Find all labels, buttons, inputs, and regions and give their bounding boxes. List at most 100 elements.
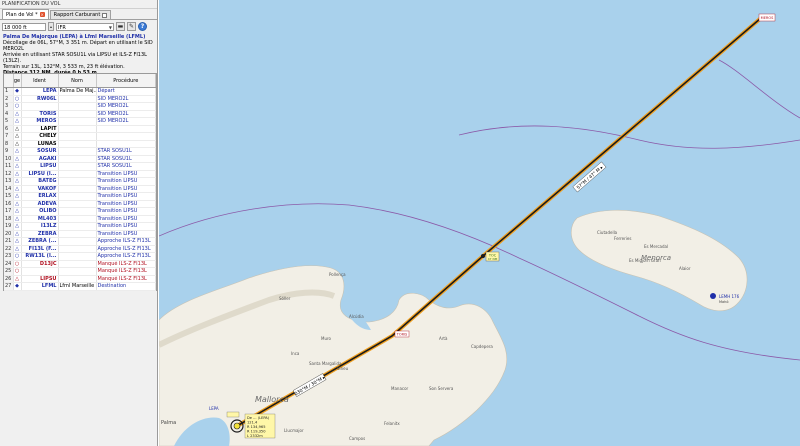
table-row[interactable]: 9 △ SOSUR STAR SOSU1L — [4, 147, 156, 156]
table-row[interactable]: 19 △ I13LZ Transition LIPSU — [4, 222, 156, 231]
waypoint-type-icon: △ — [13, 237, 22, 246]
cell-name — [58, 132, 97, 141]
cell-ident: D13JC — [21, 260, 59, 268]
town-label: Muro — [321, 336, 332, 341]
cell-procedure: Transition LIPSU — [96, 170, 156, 178]
col-procedure[interactable]: Procédure — [96, 74, 156, 88]
table-row[interactable]: 26 △ LIPSU Manqué ILS-Z FI13L — [4, 275, 156, 283]
town-label: Llucmajor — [284, 428, 304, 433]
edit-button[interactable]: ✎ — [127, 22, 136, 31]
col-type[interactable]: ge — [13, 74, 22, 88]
altitude-spinner[interactable]: ▴ — [48, 22, 54, 31]
table-row[interactable]: 7 △ CHELY — [4, 132, 156, 141]
route-type-button[interactable]: ▬ — [116, 22, 125, 31]
aircraft-info-line: R 119,350 — [247, 430, 266, 434]
town-label: Felanitx — [384, 421, 400, 426]
waypoint-type-icon: △ — [13, 140, 22, 148]
table-row[interactable]: 24 ○ D13JC Manqué ILS-Z FI13L — [4, 260, 156, 268]
cell-procedure: STAR SOSU1L — [96, 147, 156, 156]
help-button[interactable]: ? — [138, 22, 147, 31]
waypoint-type-icon: ○ — [13, 267, 22, 276]
table-row[interactable]: 18 △ ML403 Transition LIPSU — [4, 215, 156, 223]
table-row[interactable]: 20 △ ZEBRA Transition LIPSU — [4, 230, 156, 238]
cell-name — [58, 147, 97, 156]
col-name[interactable]: Nom — [58, 74, 97, 88]
cell-name — [58, 267, 97, 276]
tab-flight-plan[interactable]: Plan de Vol * × — [2, 9, 49, 19]
flight-rules-select[interactable]: IFR ▼ — [56, 22, 114, 31]
table-row[interactable]: 5 △ MEROS SID MERO2L — [4, 117, 156, 126]
table-row[interactable]: 15 △ ERLAX Transition LIPSU — [4, 192, 156, 201]
cell-procedure: Transition LIPSU — [96, 207, 156, 216]
table-row[interactable]: 10 △ AGAKI STAR SOSU1L — [4, 155, 156, 163]
waypoint-toris[interactable]: TORIS — [394, 330, 410, 338]
waypoint-type-icon: △ — [13, 245, 22, 253]
table-row[interactable]: 22 △ FI13L (F... Approche ILS-Z FI13L — [4, 245, 156, 253]
cell-procedure: Manqué ILS-Z FI13L — [96, 260, 156, 268]
cell-name — [58, 155, 97, 163]
table-row[interactable]: 8 △ LUNAS — [4, 140, 156, 148]
aircraft-info-line: De ... (LEPA) — [247, 416, 270, 420]
table-row[interactable]: 13 △ BATEG Transition LIPSU — [4, 177, 156, 186]
table-row[interactable]: 23 ○ RW13L (I... Approche ILS-Z FI13L — [4, 252, 156, 261]
waypoint-type-icon: △ — [13, 275, 22, 283]
map-canvas[interactable]: 030°M / 30°M ▸ 57°M / 47° M ▸ TOC 47 NM … — [159, 0, 800, 446]
cell-name — [58, 237, 97, 246]
cell-ident: LIPSU — [21, 162, 59, 171]
table-row[interactable]: 4 △ TORIS SID MERO2L — [4, 110, 156, 118]
cell-procedure: Transition LIPSU — [96, 215, 156, 223]
map-view[interactable]: 030°M / 30°M ▸ 57°M / 47° M ▸ TOC 47 NM … — [159, 0, 800, 446]
airport-lepa[interactable]: LEPA — [209, 406, 219, 411]
cell-ident: LAPIT — [21, 125, 59, 133]
waypoint-type-icon: ○ — [13, 95, 22, 103]
table-row[interactable]: 25 ○ Manqué ILS-Z FI13L — [4, 267, 156, 276]
flight-plan-table[interactable]: ge Ident Nom Procédure 1 ◆ LEPA Palma De Ma… — [3, 73, 157, 291]
table-row[interactable]: 2 ○ RW06L SID MERO2L — [4, 95, 156, 103]
cell-ident: BATEG — [21, 177, 59, 186]
table-row[interactable]: 6 △ LAPIT — [4, 125, 156, 133]
tab-fuel-report[interactable]: Rapport Carburant — [49, 10, 112, 19]
table-row[interactable]: 11 △ LIPSU STAR SOSU1L — [4, 162, 156, 171]
cell-ident: ZEBRA (... — [21, 237, 59, 246]
cell-ident: RW13L (I... — [21, 252, 59, 261]
waypoint-type-icon: △ — [13, 222, 22, 231]
cell-name — [58, 102, 97, 111]
col-ident[interactable]: Ident — [21, 74, 59, 88]
table-row[interactable]: 16 △ ADEVA Transition LIPSU — [4, 200, 156, 208]
row-number: 11 — [4, 162, 14, 171]
row-number: 24 — [4, 260, 14, 268]
close-icon[interactable]: × — [39, 12, 45, 17]
tab-bar: Plan de Vol * × Rapport Carburant — [0, 9, 157, 20]
cell-procedure: Manqué ILS-Z FI13L — [96, 267, 156, 276]
waypoint-meros[interactable]: MEROS — [758, 13, 776, 22]
cell-name — [58, 230, 97, 238]
cell-ident: TORIS — [21, 110, 59, 118]
table-row[interactable]: 12 △ LIPSU (I... Transition LIPSU — [4, 170, 156, 178]
summary-departure: Décollage de 06L, 57°M, 3 351 m. Départ … — [3, 40, 153, 52]
town-label: Son Servera — [429, 386, 454, 391]
cell-name — [58, 215, 97, 223]
cell-procedure — [96, 125, 156, 133]
cell-ident — [21, 102, 59, 111]
svg-text:TORIS: TORIS — [396, 333, 408, 337]
town-label: Pollença — [329, 272, 346, 277]
table-row[interactable]: 3 ○ SID MERO2L — [4, 102, 156, 111]
row-number: 7 — [4, 132, 14, 141]
cell-procedure: Transition LIPSU — [96, 192, 156, 201]
aircraft-info-line: L 2332m — [247, 434, 263, 438]
table-row[interactable]: 14 △ VAKOF Transition LIPSU — [4, 185, 156, 193]
table-row[interactable]: 17 △ OLIBO Transition LIPSU — [4, 207, 156, 216]
cell-ident: LUNAS — [21, 140, 59, 148]
cell-name: Palma De Maj... — [58, 87, 97, 96]
row-number: 25 — [4, 267, 14, 276]
row-number: 26 — [4, 275, 14, 283]
row-number: 13 — [4, 177, 14, 186]
table-row[interactable]: 1 ◆ LEPA Palma De Maj... Départ — [4, 87, 156, 96]
restore-icon[interactable] — [102, 12, 108, 18]
table-row[interactable]: 27 ◆ LFML Lfml Marseille Destination — [4, 282, 156, 291]
waypoint-type-icon: △ — [13, 132, 22, 141]
waypoint-type-icon: △ — [13, 200, 22, 208]
cell-procedure: Approche ILS-Z FI13L — [96, 245, 156, 253]
table-row[interactable]: 21 △ ZEBRA (... Approche ILS-Z FI13L — [4, 237, 156, 246]
altitude-input[interactable]: 18 000 ft — [2, 22, 46, 31]
